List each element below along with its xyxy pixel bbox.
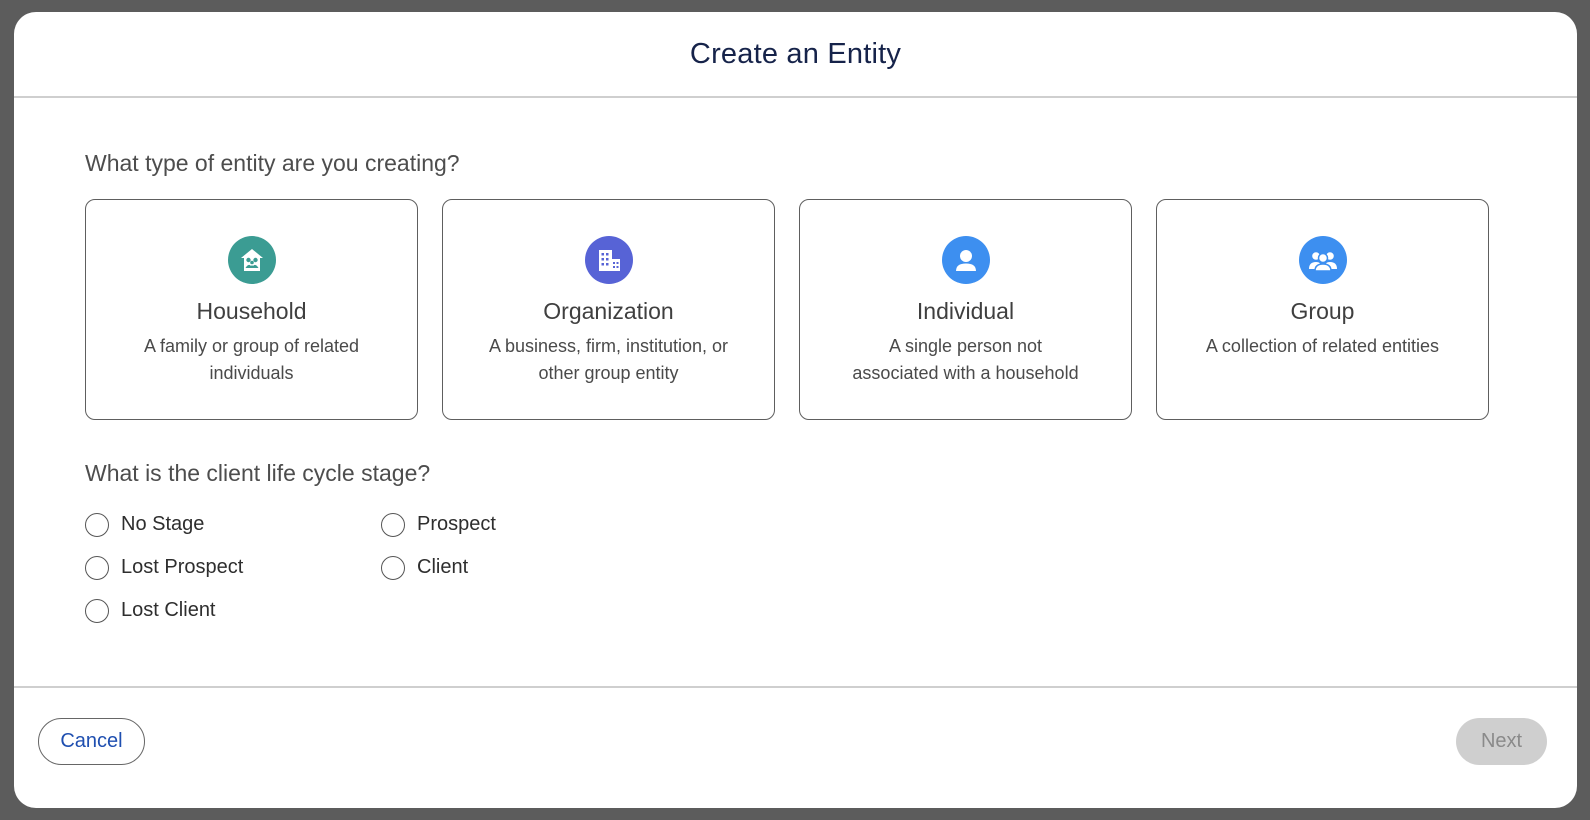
modal-header: Create an Entity	[14, 12, 1577, 98]
radio-lost-client[interactable]: Lost Client	[85, 598, 381, 623]
stage-question: What is the client life cycle stage?	[85, 460, 431, 486]
radio-button[interactable]	[85, 555, 109, 580]
radio-label: Prospect	[417, 513, 496, 535]
modal-body: What type of entity are you creating? Ho…	[14, 98, 1577, 688]
modal-title: Create an Entity	[689, 37, 902, 70]
cancel-button[interactable]: Cancel	[38, 718, 145, 765]
entity-card-individual[interactable]: Individual A single person not associate…	[799, 199, 1132, 420]
entity-card-group[interactable]: Group A collection of related entities	[1156, 199, 1489, 420]
entity-type-question: What type of entity are you creating?	[85, 150, 460, 176]
modal-footer: Cancel Next	[14, 688, 1577, 806]
entity-card-description: A family or group of related individuals	[143, 336, 360, 383]
radio-button[interactable]	[85, 598, 109, 623]
radio-label: Lost Prospect	[121, 556, 244, 578]
radio-button[interactable]	[381, 555, 405, 580]
radio-button[interactable]	[381, 512, 405, 537]
radio-no-stage[interactable]: No Stage	[85, 512, 381, 537]
entity-card-description: A collection of related entities	[1205, 336, 1440, 356]
entity-card-title: Household	[196, 298, 307, 324]
radio-lost-prospect[interactable]: Lost Prospect	[85, 555, 381, 580]
entity-card-title: Organization	[543, 298, 674, 324]
person-icon	[941, 236, 990, 284]
stage-radio-group: No Stage Prospect Lost Prospect Client L…	[85, 512, 581, 623]
group-icon	[1298, 236, 1347, 284]
entity-card-title: Individual	[916, 298, 1015, 324]
building-icon	[584, 236, 633, 284]
entity-card-description: A single person not associated with a ho…	[852, 336, 1079, 383]
radio-button[interactable]	[85, 512, 109, 537]
entity-type-cards: Household A family or group of related i…	[85, 199, 1489, 420]
entity-card-organization[interactable]: Organization A business, firm, instituti…	[442, 199, 775, 420]
radio-label: Client	[417, 556, 469, 578]
radio-label: Lost Client	[121, 599, 216, 621]
radio-client[interactable]: Client	[381, 555, 581, 580]
create-entity-modal: Create an Entity What type of entity are…	[14, 12, 1577, 808]
next-button[interactable]: Next	[1456, 718, 1547, 765]
radio-label: No Stage	[121, 513, 205, 535]
radio-prospect[interactable]: Prospect	[381, 512, 581, 537]
household-icon	[227, 236, 276, 284]
entity-card-household[interactable]: Household A family or group of related i…	[85, 199, 418, 420]
entity-card-title: Group	[1290, 298, 1355, 324]
entity-card-description: A business, firm, institution, or other …	[488, 336, 729, 383]
